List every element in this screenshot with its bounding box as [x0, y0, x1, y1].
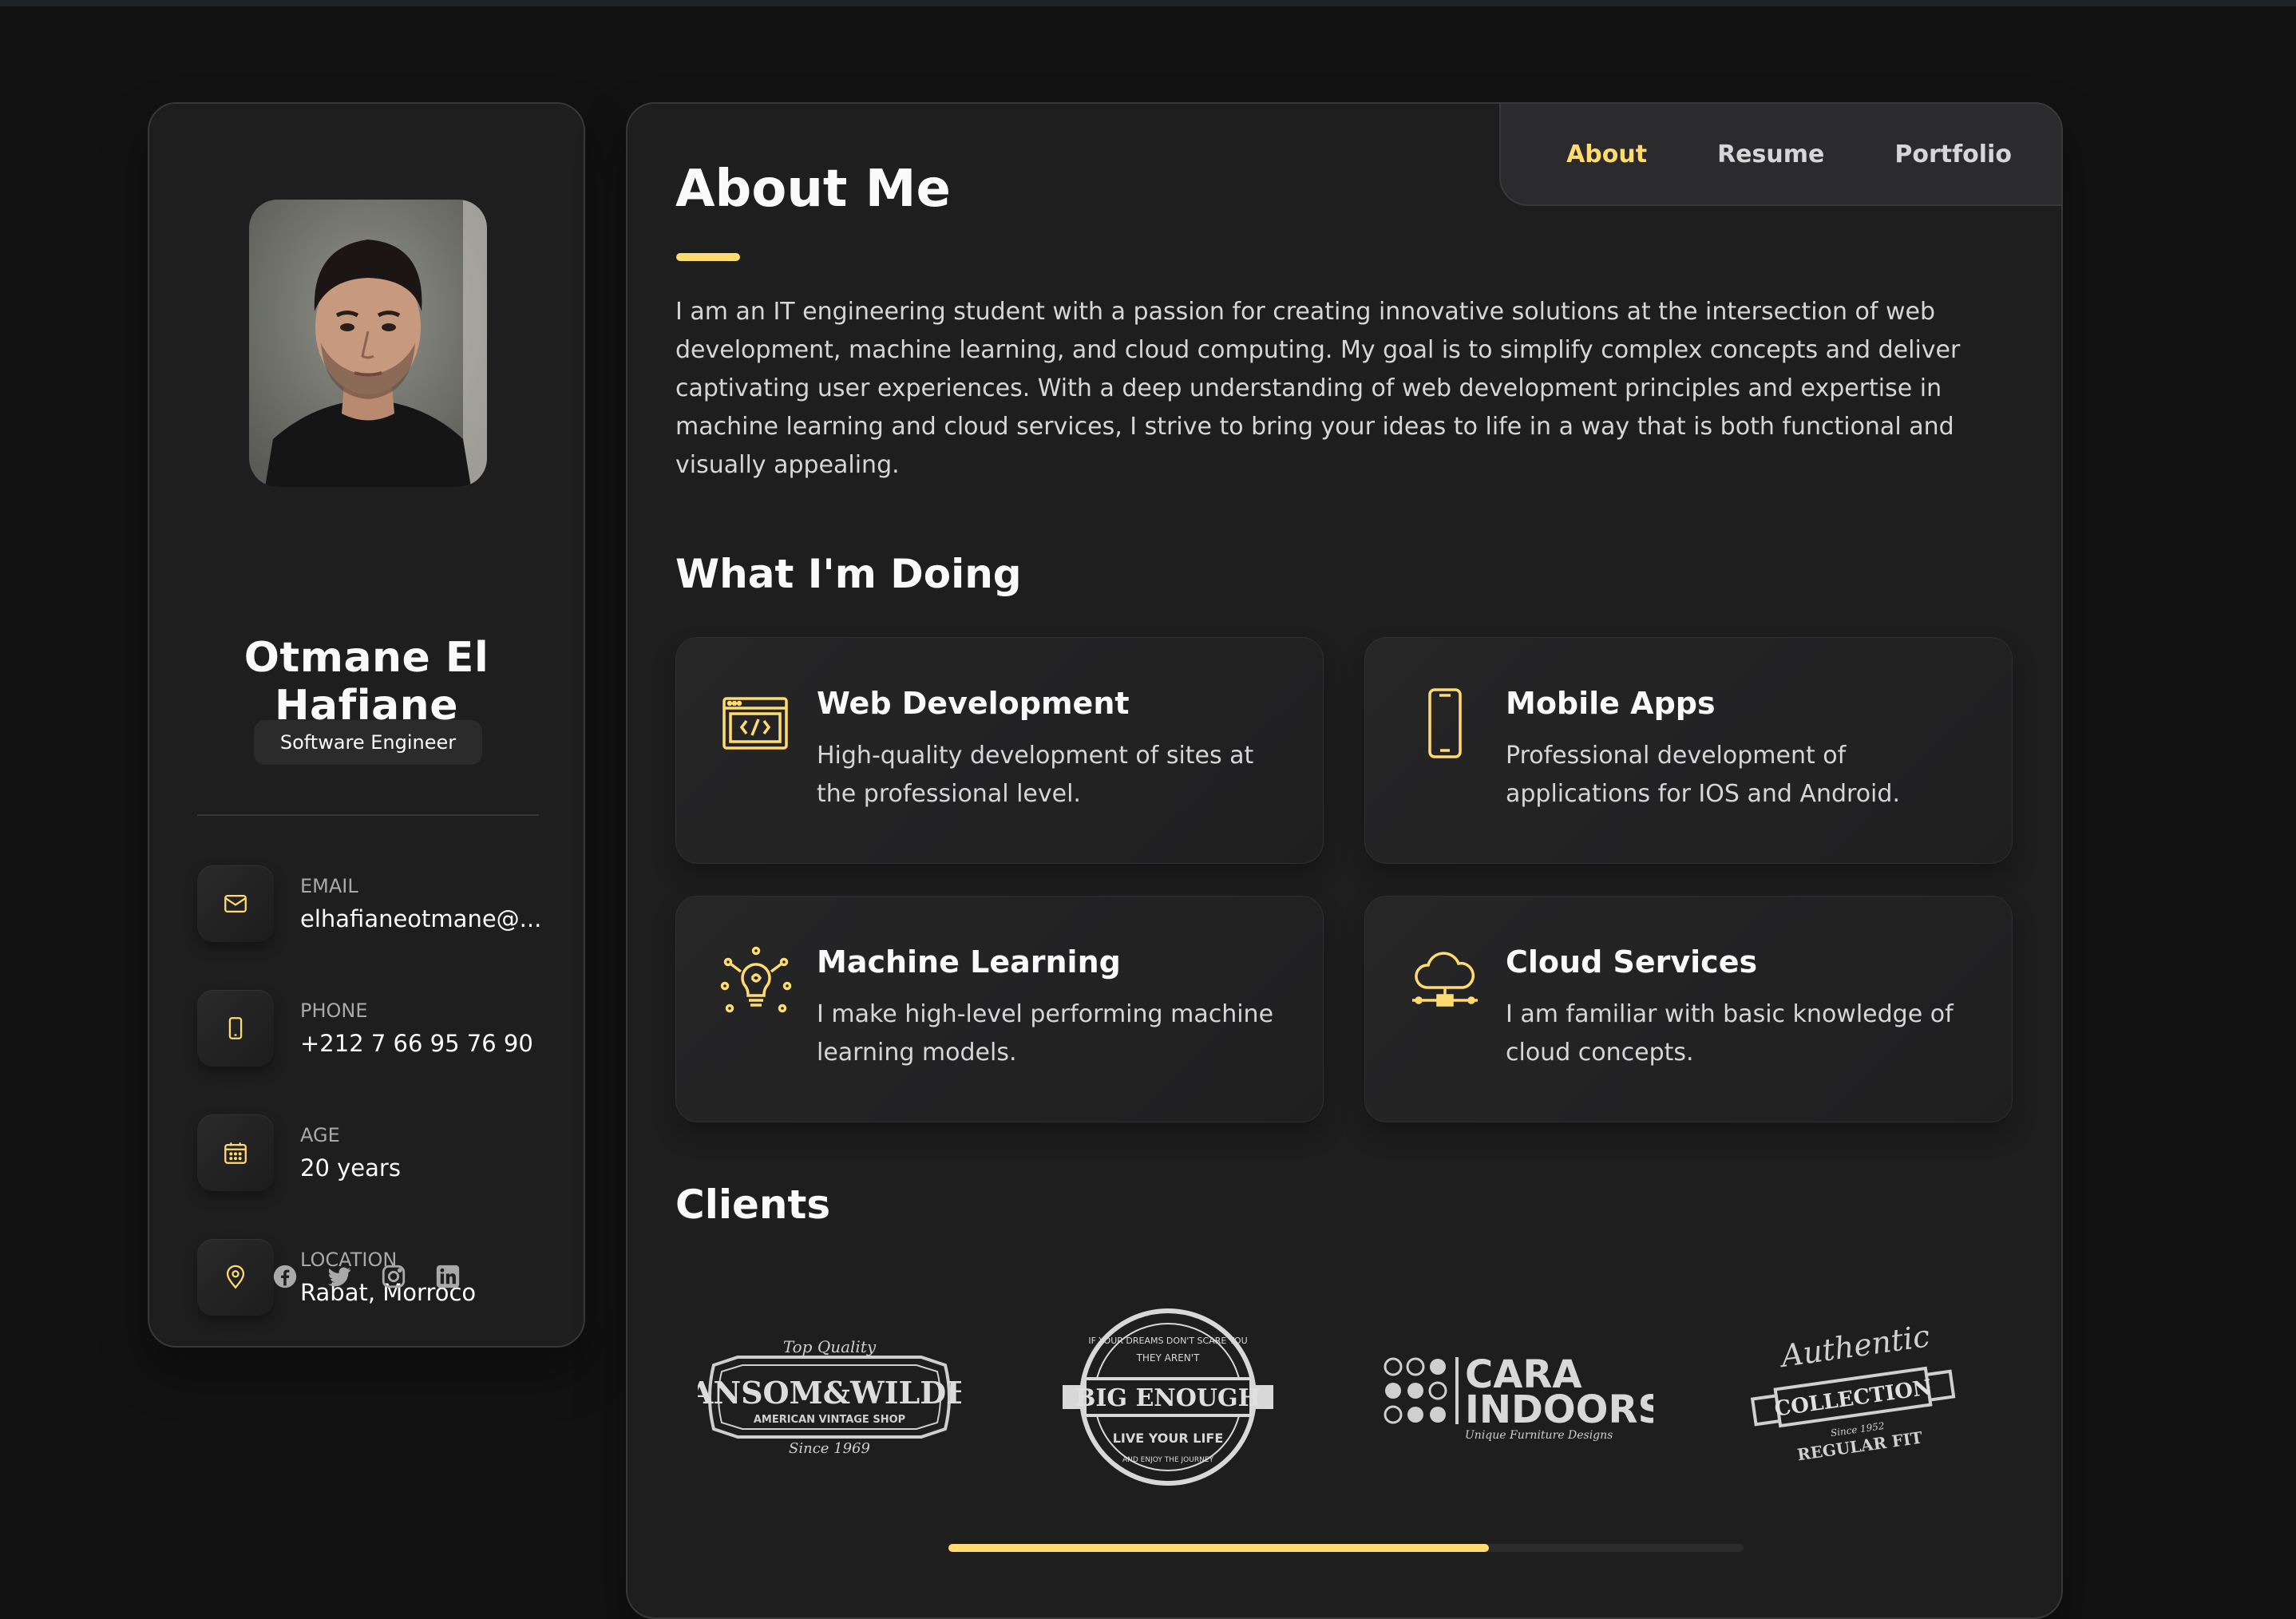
svg-text:INDOORS: INDOORS: [1465, 1387, 1653, 1432]
twitter-icon[interactable]: [326, 1263, 353, 1290]
svg-text:Top Quality: Top Quality: [783, 1337, 877, 1356]
mail-icon: [197, 865, 274, 942]
nav-about[interactable]: About: [1566, 141, 1647, 168]
service-card-ml: Machine Learning I make high-level perfo…: [675, 896, 1324, 1122]
profile-sidebar: Otmane El Hafiane Software Engineer EMAI…: [148, 102, 585, 1348]
profile-name: Otmane El Hafiane: [243, 634, 489, 730]
contact-label: PHONE: [300, 1000, 368, 1022]
service-title: Web Development: [817, 686, 1130, 721]
service-desc: I am familiar with basic knowledge of cl…: [1506, 1000, 1954, 1067]
facebook-icon[interactable]: [271, 1263, 299, 1290]
window-top-bar: [0, 0, 2296, 6]
service-card-web: Web Development High-quality development…: [675, 637, 1324, 864]
svg-text:Since 1969: Since 1969: [789, 1440, 870, 1457]
social-links: [149, 1263, 584, 1290]
service-title: Cloud Services: [1506, 944, 1758, 980]
page-title: About Me: [675, 160, 951, 219]
lightbulb-brain-icon: [720, 946, 792, 1018]
clients-scrollbar-thumb[interactable]: [948, 1544, 1490, 1552]
svg-text:AND ENJOY THE JOURNEY: AND ENJOY THE JOURNEY: [1122, 1456, 1214, 1464]
linkedin-icon[interactable]: [434, 1263, 461, 1290]
top-navbar: About Resume Portfolio: [1499, 102, 2063, 206]
title-underline: [676, 253, 740, 261]
contact-label: AGE: [300, 1124, 340, 1146]
contact-age: AGE 20 years: [197, 1114, 539, 1194]
calendar-icon: [197, 1114, 274, 1191]
age-value: 20 years: [300, 1154, 401, 1182]
big-enough-logo[interactable]: IF YOUR DREAMS DON'T SCARE YOU THEY AREN…: [1063, 1293, 1273, 1501]
about-text: I am an IT engineering student with a pa…: [675, 298, 1961, 479]
nav-portfolio[interactable]: Portfolio: [1894, 141, 2012, 168]
service-title: Machine Learning: [817, 944, 1121, 980]
instagram-icon[interactable]: [380, 1263, 407, 1290]
svg-text:LIVE YOUR LIFE: LIVE YOUR LIFE: [1113, 1431, 1224, 1446]
email-link[interactable]: elhafianeotmane@...: [300, 905, 541, 932]
svg-text:BIG ENOUGH: BIG ENOUGH: [1075, 1384, 1261, 1412]
contact-phone: PHONE +212 7 66 95 76 90: [197, 990, 539, 1070]
svg-text:RANSOM&WILDER: RANSOM&WILDER: [698, 1375, 961, 1411]
svg-text:Unique Furniture Designs: Unique Furniture Designs: [1465, 1429, 1613, 1442]
phone-icon: [197, 990, 274, 1067]
nav-resume[interactable]: Resume: [1717, 141, 1824, 168]
service-card-mobile: Mobile Apps Professional development of …: [1364, 637, 2013, 864]
cloud-network-icon: [1409, 946, 1481, 1018]
profile-title-badge: Software Engineer: [254, 720, 482, 765]
mobile-icon: [1409, 687, 1481, 759]
svg-text:THEY AREN'T: THEY AREN'T: [1136, 1352, 1200, 1364]
section-title-doing: What I'm Doing: [675, 551, 1022, 597]
contact-label: EMAIL: [300, 875, 358, 897]
ransom-wilder-logo[interactable]: Top Quality RANSOM&WILDER AMERICAN VINTA…: [698, 1293, 961, 1501]
service-card-cloud: Cloud Services I am familiar with basic …: [1364, 896, 2013, 1122]
section-title-clients: Clients: [675, 1182, 831, 1228]
svg-text:AMERICAN VINTAGE SHOP: AMERICAN VINTAGE SHOP: [754, 1414, 905, 1426]
sidebar-separator: [197, 814, 539, 816]
clients-scrollbar[interactable]: [948, 1544, 1744, 1552]
service-desc: Professional development of applications…: [1506, 742, 1900, 808]
contact-email: EMAIL elhafianeotmane@...: [197, 865, 541, 945]
web-code-icon: [720, 687, 792, 759]
svg-text:Authentic: Authentic: [1776, 1321, 1932, 1374]
avatar-photo: [249, 200, 487, 487]
service-desc: I make high-level performing machine lea…: [817, 1000, 1274, 1067]
cara-indoors-logo[interactable]: CARA INDOORS Unique Furniture Designs: [1382, 1293, 1653, 1501]
authentic-collection-logo[interactable]: Authentic COLLECTION Since 1952 REGULAR …: [1745, 1293, 1961, 1501]
service-title: Mobile Apps: [1506, 686, 1716, 721]
phone-link[interactable]: +212 7 66 95 76 90: [300, 1030, 533, 1057]
service-desc: High-quality development of sites at the…: [817, 742, 1254, 808]
svg-text:IF YOUR DREAMS DON'T SCARE YOU: IF YOUR DREAMS DON'T SCARE YOU: [1088, 1336, 1247, 1346]
avatar: [249, 200, 487, 487]
main-content: About Resume Portfolio About Me I am an …: [626, 102, 2063, 1619]
